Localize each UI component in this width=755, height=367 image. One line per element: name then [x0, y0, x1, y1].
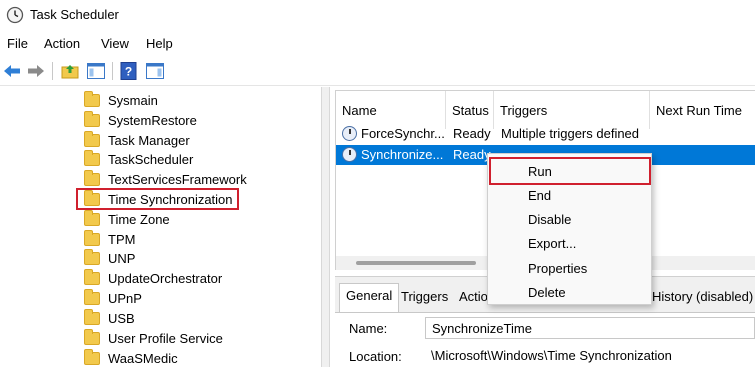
- svg-text:?: ?: [125, 65, 132, 79]
- folder-icon: [84, 90, 100, 107]
- table-row[interactable]: ForceSynchr... Ready Multiple triggers d…: [336, 124, 755, 144]
- task-triggers: Multiple triggers defined: [501, 126, 640, 141]
- clock-task-icon: [342, 147, 357, 162]
- tree-item-usb[interactable]: USB: [84, 308, 135, 328]
- location-label: Location:: [349, 349, 402, 364]
- general-tab-content: Name: SynchronizeTime Location: \Microso…: [335, 312, 755, 367]
- tab-general[interactable]: General: [339, 283, 400, 313]
- menu-item-end[interactable]: End: [528, 188, 551, 203]
- tree-item-textservicesframework[interactable]: TextServicesFramework: [84, 169, 247, 189]
- tree-item-time-synchronization[interactable]: Time Synchronization: [76, 188, 239, 210]
- console-tree: Sysmain SystemRestore Task Manager TaskS…: [0, 87, 321, 367]
- tree-item-unp[interactable]: UNP: [84, 248, 135, 268]
- task-name: ForceSynchr...: [361, 126, 445, 141]
- menu-item-disable[interactable]: Disable: [528, 212, 571, 227]
- tree-item-tpm[interactable]: TPM: [84, 229, 135, 249]
- clock-task-icon: [342, 126, 357, 141]
- folder-icon: [84, 189, 100, 206]
- tree-item-upnp[interactable]: UPnP: [84, 288, 142, 308]
- scrollbar-thumb[interactable]: [356, 261, 476, 265]
- back-arrow-icon[interactable]: [2, 61, 22, 81]
- menu-action[interactable]: Action: [44, 36, 80, 51]
- menu-item-properties[interactable]: Properties: [528, 261, 587, 276]
- task-status: Ready: [453, 126, 491, 141]
- tab-triggers[interactable]: Triggers: [395, 285, 454, 309]
- folder-icon: [84, 130, 100, 147]
- name-field[interactable]: SynchronizeTime: [425, 317, 755, 339]
- tree-item-systemrestore[interactable]: SystemRestore: [84, 110, 197, 130]
- show-hide-console-tree-icon[interactable]: [86, 61, 106, 81]
- location-value: \Microsoft\Windows\Time Synchronization: [425, 345, 755, 367]
- forward-arrow-icon[interactable]: [26, 61, 46, 81]
- menu-help[interactable]: Help: [146, 36, 173, 51]
- task-scheduler-icon: [6, 6, 24, 24]
- folder-icon: [84, 209, 100, 226]
- tree-item-taskscheduler[interactable]: TaskScheduler: [84, 149, 193, 169]
- folder-icon: [84, 288, 100, 305]
- pane-splitter[interactable]: [321, 87, 330, 367]
- name-label: Name:: [349, 321, 388, 336]
- menu-file[interactable]: File: [7, 36, 28, 51]
- folder-icon: [84, 308, 100, 325]
- toolbar: ?: [0, 56, 755, 86]
- show-hide-action-pane-icon[interactable]: [145, 61, 165, 81]
- menu-bar: File Action View Help: [0, 33, 755, 55]
- folder-icon: [84, 248, 100, 265]
- help-icon[interactable]: ?: [119, 61, 139, 81]
- run-highlight-box: [489, 157, 651, 185]
- up-folder-icon[interactable]: [60, 61, 80, 81]
- tree-item-task-manager[interactable]: Task Manager: [84, 130, 190, 150]
- menu-item-delete[interactable]: Delete: [528, 285, 566, 300]
- folder-icon: [84, 268, 100, 285]
- folder-icon: [84, 149, 100, 166]
- toolbar-separator: [112, 62, 113, 80]
- tree-item-time-zone[interactable]: Time Zone: [84, 209, 170, 229]
- menu-item-run[interactable]: Run: [528, 164, 552, 179]
- tree-item-waasmedic[interactable]: WaaSMedic: [84, 348, 178, 367]
- tree-item-sysmain[interactable]: Sysmain: [84, 90, 158, 110]
- folder-icon: [84, 110, 100, 127]
- toolbar-separator: [52, 62, 53, 80]
- menu-item-export[interactable]: Export...: [528, 236, 576, 251]
- folder-icon: [84, 229, 100, 246]
- tree-item-updateorchestrator[interactable]: UpdateOrchestrator: [84, 268, 222, 288]
- task-status: Ready: [453, 147, 491, 162]
- window-title: Task Scheduler: [30, 7, 119, 22]
- context-menu: Run End Disable Export... Properties Del…: [487, 153, 652, 305]
- task-name: Synchronize...: [361, 147, 444, 162]
- tree-item-user-profile-service[interactable]: User Profile Service: [84, 328, 223, 348]
- tab-history[interactable]: History (disabled): [646, 285, 755, 309]
- folder-icon: [84, 348, 100, 365]
- menu-view[interactable]: View: [101, 36, 129, 51]
- title-bar: Task Scheduler: [0, 0, 755, 32]
- folder-icon: [84, 328, 100, 345]
- folder-icon: [84, 169, 100, 186]
